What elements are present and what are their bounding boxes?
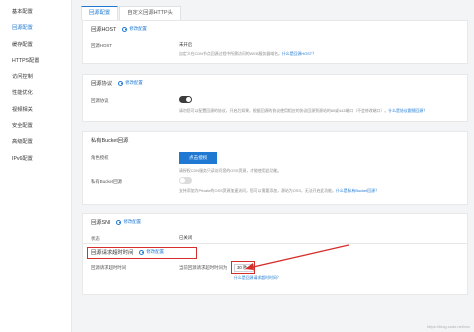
modify-config-link[interactable]: 修改配置: [116, 219, 141, 225]
bucket-note: 支持添加为Private的OSS资源加速访问，您可以需要添加，源站为OSS，无法…: [179, 188, 379, 193]
watermark: https://blog.csdn.net/xxx: [427, 324, 470, 329]
sidebar-item-security[interactable]: 安全配置: [0, 118, 71, 134]
sidebar-item-advanced[interactable]: 高级配置: [0, 134, 71, 150]
sni-value: 已关闭: [179, 235, 193, 240]
sidebar-item-access[interactable]: 访问控制: [0, 69, 71, 85]
tab-custom-origin-header[interactable]: 自定义回源HTTP头: [119, 6, 181, 20]
sidebar: 基本配置 回源配置 缓存配置 HTTPS配置 访问控制 性能优化 视频相关 安全…: [0, 0, 72, 332]
sidebar-item-performance[interactable]: 性能优化: [0, 85, 71, 101]
sidebar-item-origin[interactable]: 回源配置: [0, 20, 71, 36]
sidebar-item-ipv6[interactable]: IPv6配置: [0, 151, 71, 167]
sidebar-item-https[interactable]: HTTPS配置: [0, 53, 71, 69]
timeout-row-label: 回源请求超时时间: [91, 265, 127, 270]
timeout-current-label: 当前回源请求超时时间为: [179, 265, 228, 270]
auth-note: 请授权CDN服务只读访问您的OSS资源，才能使用此功能。: [179, 168, 282, 173]
edit-icon: [116, 219, 122, 225]
main-content: 回源配置 自定义回源HTTP头 回源HOST 修改配置 回源HOST 未开启 自…: [73, 0, 474, 332]
host-note: 自定义在CDN节点回源过程中所需访问的WEB服务器域名。什么是回源HOST？: [179, 51, 317, 56]
host-row-label: 回源HOST: [91, 43, 112, 48]
edit-icon: [118, 80, 124, 86]
modify-config-link[interactable]: 修改配置: [118, 80, 143, 86]
protocol-card: 回源协议 修改配置 回源协议 请勿您可以配置回源的协议，开启后如果，根据回源的协…: [82, 74, 468, 122]
host-card: 回源HOST 修改配置 回源HOST 未开启 自定义在CDN节点回源过程中所需访…: [82, 20, 468, 64]
tab-origin-config[interactable]: 回源配置: [81, 6, 119, 20]
protocol-note: 请勿您可以配置回源的协议，开启后如果，根据回源的协议使用相应的协议回源到源站的8…: [179, 108, 428, 113]
host-help-link[interactable]: 什么是回源HOST？: [282, 51, 316, 56]
modify-config-link[interactable]: 修改配置: [122, 26, 147, 32]
bucket-row-label: 私有Bucket回源: [91, 179, 122, 184]
highlight-box-title: [87, 247, 197, 259]
authorize-button[interactable]: 点击授权: [179, 152, 218, 164]
bucket-card: 私有Bucket回源 角色授权 点击授权 请授权CDN服务只读访问您的OSS资源…: [82, 131, 468, 205]
auth-row-label: 角色授权: [91, 155, 109, 160]
card-title: 私有Bucket回源: [91, 138, 129, 144]
sni-row-label: 状态: [91, 236, 100, 241]
card-title: 回源SNI: [91, 220, 111, 226]
bucket-help-link[interactable]: 什么是私有Bucket回源？: [336, 188, 379, 193]
bucket-toggle[interactable]: [179, 177, 192, 184]
tab-bar: 回源配置 自定义回源HTTP头: [81, 6, 182, 20]
edit-icon: [122, 26, 128, 32]
host-value: 未开启: [179, 42, 193, 47]
sidebar-item-video[interactable]: 视频相关: [0, 102, 71, 118]
card-title: 回源协议: [91, 81, 113, 87]
timeout-help-link[interactable]: 什么是回源请求超时时间？: [234, 275, 281, 280]
protocol-help-link[interactable]: 什么是协议跟随回源？: [388, 108, 427, 113]
timeout-note: 什么是回源请求超时时间？: [234, 275, 281, 281]
sidebar-item-basic[interactable]: 基本配置: [0, 4, 71, 20]
sidebar-item-cache[interactable]: 缓存配置: [0, 37, 71, 53]
protocol-row-label: 回源协议: [91, 98, 109, 103]
red-arrow-annotation: [245, 244, 350, 270]
card-title: 回源HOST: [91, 27, 117, 33]
protocol-toggle[interactable]: [179, 96, 192, 103]
